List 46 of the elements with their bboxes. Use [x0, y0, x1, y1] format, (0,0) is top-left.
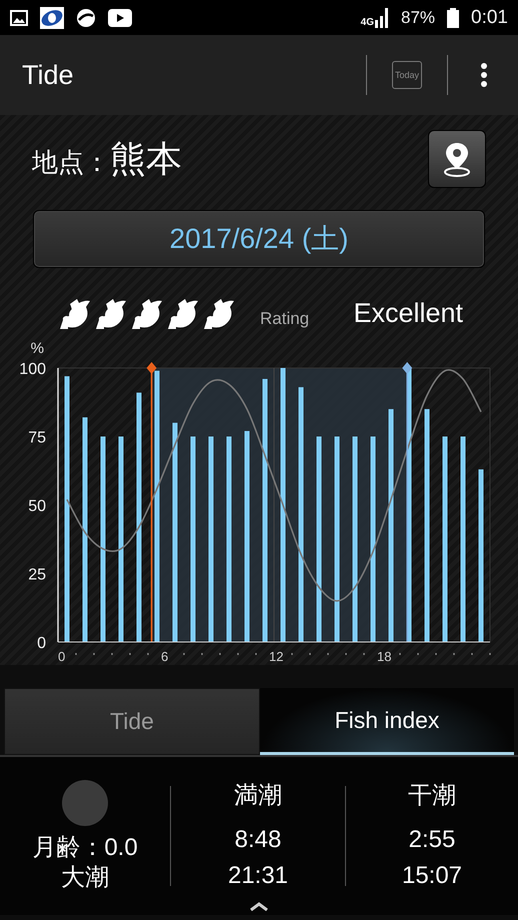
- axis-unit: %: [30, 340, 44, 357]
- x-tick-label: 12: [269, 649, 284, 664]
- app-icon: [40, 6, 64, 28]
- image-icon: [10, 10, 28, 26]
- low-tide-time: 15:07: [402, 861, 462, 891]
- map-pin-icon: [441, 141, 473, 177]
- location-name: 熊本: [110, 136, 182, 180]
- app-title: Tide: [22, 60, 75, 90]
- globe-icon: [76, 8, 96, 28]
- fish-icon: [132, 298, 162, 328]
- network-label: 4G: [360, 16, 374, 28]
- location-label: 地点：: [32, 146, 110, 178]
- menu-icon[interactable]: [480, 63, 488, 87]
- y-tick-label: 75: [28, 430, 46, 446]
- date-button[interactable]: 2017/6/24 (土): [33, 210, 485, 268]
- tab[interactable]: Fish index: [260, 688, 514, 755]
- x-tick-label: 18: [377, 649, 392, 664]
- clock: 0:01: [471, 6, 508, 28]
- battery-icon: [447, 8, 460, 28]
- y-tick-label: 100: [19, 361, 46, 378]
- tab[interactable]: Tide: [4, 688, 260, 755]
- x-tick-label: 0: [58, 649, 66, 664]
- y-tick-label: 0: [37, 635, 46, 652]
- today-button[interactable]: Today: [392, 61, 422, 89]
- moon-icon: [61, 779, 109, 827]
- y-tick-label: 25: [28, 566, 46, 584]
- high-tide-time: 21:31: [228, 861, 288, 891]
- fish-icon: [204, 298, 234, 328]
- rating-label: Rating: [260, 308, 310, 328]
- battery-percent: 87%: [400, 8, 436, 28]
- tide-type: 大潮: [61, 863, 109, 893]
- high-tide-label: 満潮: [234, 781, 282, 811]
- low-tide-time: 2:55: [408, 825, 456, 855]
- fish-icon: [168, 298, 198, 328]
- low-tide-label: 干潮: [408, 781, 456, 811]
- play-icon: [108, 8, 132, 26]
- y-tick-label: 50: [28, 498, 46, 515]
- fish-icon: [96, 298, 126, 328]
- high-tide-time: 8:48: [234, 825, 282, 855]
- location-button[interactable]: [428, 130, 486, 188]
- rating-value: Excellent: [353, 298, 463, 329]
- chevron-up-icon[interactable]: [249, 901, 269, 911]
- x-tick-label: 6: [161, 649, 168, 664]
- signal-icon: [374, 8, 389, 28]
- moon-age: 月齢：0.0: [32, 833, 138, 863]
- fish-icon: [60, 298, 90, 328]
